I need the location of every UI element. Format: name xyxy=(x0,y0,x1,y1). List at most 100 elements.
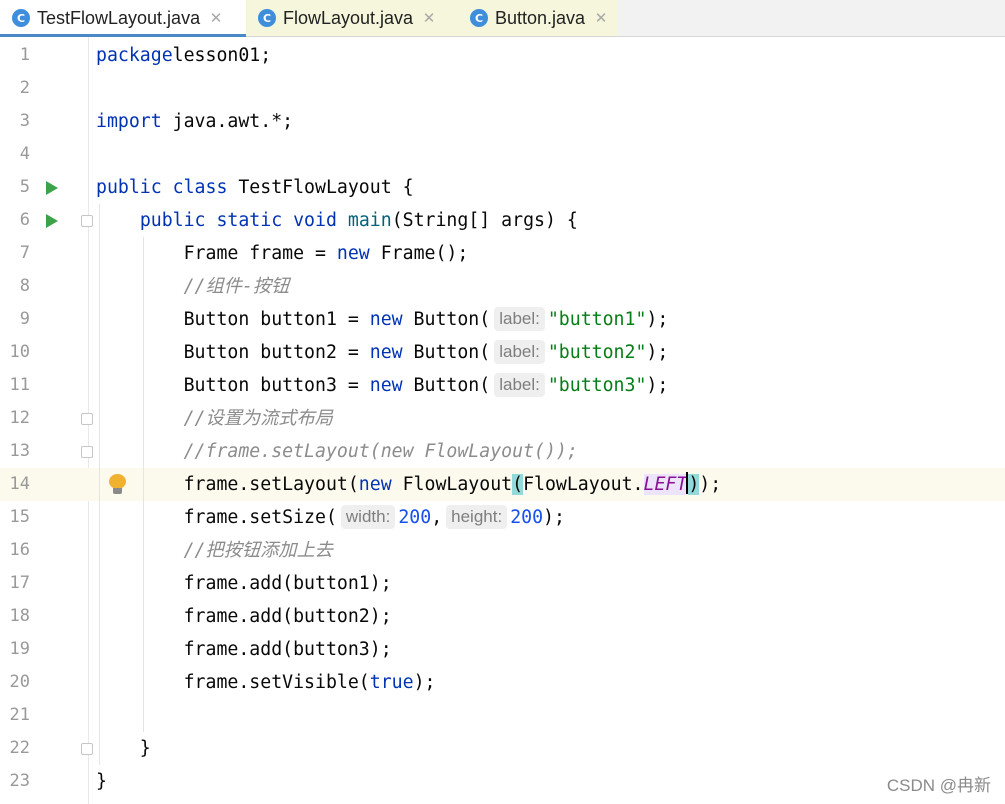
code-text: import java.awt.*; xyxy=(96,105,293,138)
line-number: 15 xyxy=(9,507,30,527)
code-token: ); xyxy=(646,309,669,330)
line-number: 19 xyxy=(9,639,30,659)
code-token: frame.setLayout( xyxy=(96,474,359,495)
code-line[interactable]: 5 public class TestFlowLayout { xyxy=(0,171,1005,204)
line-number: 3 xyxy=(19,111,30,131)
code-token: } xyxy=(96,771,107,792)
java-class-icon: C xyxy=(258,9,276,27)
tab-button-java[interactable]: C Button.java ✕ xyxy=(458,0,618,36)
line-number: 21 xyxy=(9,705,30,725)
string-literal: "button3" xyxy=(547,375,647,396)
code-token: frame.add(button3); xyxy=(96,639,392,660)
code-line[interactable]: 18 frame.add(button2); xyxy=(0,600,1005,633)
code-text: Frame frame = new Frame(); xyxy=(96,237,469,270)
number-literal: 200 xyxy=(398,507,432,528)
watermark: CSDN @冉新 xyxy=(886,776,991,795)
parameter-hint: width: xyxy=(340,505,396,529)
code-line[interactable]: 22 } xyxy=(0,732,1005,765)
editor-tab-bar: C TestFlowLayout.java ✕ C FlowLayout.java ✕ C B… xyxy=(0,0,1005,37)
code-text: //设置为流式布局 xyxy=(96,402,333,435)
code-token: frame.add(button2); xyxy=(96,606,392,627)
code-line[interactable]: 2 xyxy=(0,72,1005,105)
keyword: new xyxy=(369,375,403,396)
code-line[interactable]: 10 Button button2 = new Button(label: "bu… xyxy=(0,336,1005,369)
code-line[interactable]: 21 xyxy=(0,699,1005,732)
comment: //设置为流式布局 xyxy=(183,408,333,429)
line-number: 9 xyxy=(19,309,30,329)
line-number: 6 xyxy=(19,210,30,230)
code-text: } xyxy=(96,765,107,798)
line-number: 2 xyxy=(19,78,30,98)
code-line[interactable]: 11 Button button3 = new Button(label: "bu… xyxy=(0,369,1005,402)
code-line[interactable]: 20 frame.setVisible(true); xyxy=(0,666,1005,699)
code-line[interactable]: 23} xyxy=(0,765,1005,798)
keyword: import xyxy=(96,111,162,132)
code-token: Button button2 = xyxy=(96,342,370,363)
code-token: frame.setVisible( xyxy=(96,672,370,693)
code-line[interactable]: 3 import java.awt.*; xyxy=(0,105,1005,138)
comment: //把按钮添加上去 xyxy=(183,540,333,561)
close-icon[interactable]: ✕ xyxy=(593,9,609,27)
code-line[interactable]: 14 frame.setLayout(new FlowLayout(FlowLa… xyxy=(0,468,1005,501)
close-icon[interactable]: ✕ xyxy=(208,9,224,27)
code-line[interactable]: 13 //frame.setLayout(new FlowLayout()); xyxy=(0,435,1005,468)
run-icon[interactable] xyxy=(46,214,58,228)
code-line[interactable]: 16 //把按钮添加上去 xyxy=(0,534,1005,567)
code-line[interactable]: 1 packagelesson01; xyxy=(0,39,1005,72)
code-text: frame.add(button1); xyxy=(96,567,392,600)
code-token: TestFlowLayout { xyxy=(227,177,414,198)
code-text: //frame.setLayout(new FlowLayout()); xyxy=(96,435,578,468)
code-token: Button( xyxy=(402,309,491,330)
fold-icon[interactable] xyxy=(81,413,93,425)
fold-icon[interactable] xyxy=(81,446,93,458)
code-line[interactable]: 17 frame.add(button1); xyxy=(0,567,1005,600)
line-number: 18 xyxy=(9,606,30,626)
close-icon[interactable]: ✕ xyxy=(421,9,437,27)
fold-icon[interactable] xyxy=(81,215,93,227)
code-text: frame.setLayout(new FlowLayout(FlowLayou… xyxy=(96,468,721,501)
keyword: new xyxy=(369,342,403,363)
code-line[interactable]: 15 frame.setSize(width: 200, height: 200); xyxy=(0,501,1005,534)
code-line[interactable]: 9 Button button1 = new Button(label: "but… xyxy=(0,303,1005,336)
keyword: new xyxy=(369,309,403,330)
code-line[interactable]: 4 xyxy=(0,138,1005,171)
parameter-hint: label: xyxy=(494,340,545,364)
code-text: //组件-按钮 xyxy=(96,270,290,303)
code-line[interactable]: 12 //设置为流式布局 xyxy=(0,402,1005,435)
code-editor[interactable]: 1 packagelesson01; 2 3 import java.awt.*; 4 5 p… xyxy=(0,37,1005,804)
tab-label: TestFlowLayout.java xyxy=(37,7,201,28)
parameter-hint: label: xyxy=(494,307,545,331)
tab-label: Button.java xyxy=(495,7,586,28)
code-line[interactable]: 6 public static void main(String[] args)… xyxy=(0,204,1005,237)
code-token: Button( xyxy=(402,375,491,396)
line-number: 11 xyxy=(9,375,30,395)
code-text: frame.add(button2); xyxy=(96,600,392,633)
code-line[interactable]: 8 //组件-按钮 xyxy=(0,270,1005,303)
parameter-hint: label: xyxy=(494,373,545,397)
code-token: ); xyxy=(646,375,669,396)
code-text: public class TestFlowLayout { xyxy=(96,171,414,204)
line-number: 12 xyxy=(9,408,30,428)
tab-testflowlayout-java[interactable]: C TestFlowLayout.java ✕ xyxy=(0,0,246,37)
code-line[interactable]: 7 Frame frame = new Frame(); xyxy=(0,237,1005,270)
code-text: Button button3 = new Button(label: "butto… xyxy=(96,369,668,402)
java-class-runnable-icon: C xyxy=(12,9,30,27)
code-token: (String[] args) { xyxy=(391,210,578,231)
code-text: Button button1 = new Button(label: "butto… xyxy=(96,303,668,336)
code-text: //把按钮添加上去 xyxy=(96,534,333,567)
string-literal: "button2" xyxy=(547,342,647,363)
matched-paren: ) xyxy=(688,474,700,495)
tab-flowlayout-java[interactable]: C FlowLayout.java ✕ xyxy=(246,0,458,36)
line-number: 13 xyxy=(9,441,30,461)
code-token: Button button1 = xyxy=(96,309,370,330)
code-token: Frame frame = xyxy=(96,243,337,264)
code-token: } xyxy=(96,738,151,759)
code-token: Button button3 = xyxy=(96,375,370,396)
run-icon[interactable] xyxy=(46,181,58,195)
code-line[interactable]: 19 frame.add(button3); xyxy=(0,633,1005,666)
fold-icon[interactable] xyxy=(81,743,93,755)
line-number: 8 xyxy=(19,276,30,296)
